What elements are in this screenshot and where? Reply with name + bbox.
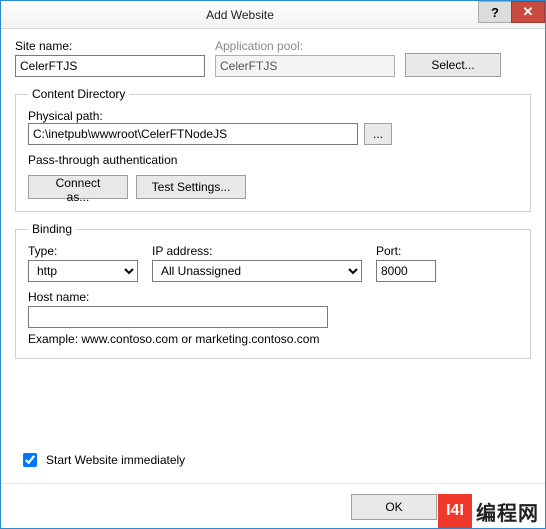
test-settings-button[interactable]: Test Settings... (136, 175, 246, 199)
content-directory-legend: Content Directory (28, 87, 129, 101)
auth-buttons-row: Connect as... Test Settings... (28, 175, 518, 199)
ip-label: IP address: (152, 244, 362, 258)
window-buttons: ? ✕ (479, 1, 545, 28)
dialog-window: Add Website ? ✕ Site name: Application p… (0, 0, 546, 529)
type-col: Type: http (28, 244, 138, 282)
port-label: Port: (376, 244, 436, 258)
watermark-text: 编程网 (476, 497, 539, 526)
help-button[interactable]: ? (478, 1, 512, 23)
ip-col: IP address: All Unassigned (152, 244, 362, 282)
binding-legend: Binding (28, 222, 76, 236)
footer-separator (1, 483, 545, 484)
close-icon: ✕ (523, 4, 534, 20)
top-row: Site name: Application pool: Select... (15, 39, 531, 77)
type-label: Type: (28, 244, 138, 258)
binding-row-1: Type: http IP address: All Unassigned Po… (28, 244, 518, 282)
ok-button[interactable]: OK (351, 494, 437, 520)
start-immediately-checkbox[interactable] (23, 453, 37, 467)
start-immediately-label: Start Website immediately (46, 453, 185, 467)
window-title: Add Website (1, 8, 479, 22)
watermark-logo: I4I (438, 494, 472, 528)
host-name-example: Example: www.contoso.com or marketing.co… (28, 332, 518, 346)
site-name-input[interactable] (15, 55, 205, 77)
physical-path-row: ... (28, 123, 518, 145)
client-area: Site name: Application pool: Select... C… (1, 29, 545, 359)
close-button[interactable]: ✕ (511, 1, 545, 23)
site-name-label: Site name: (15, 39, 205, 53)
app-pool-input (215, 55, 395, 77)
physical-path-label: Physical path: (28, 109, 103, 123)
host-name-input[interactable] (28, 306, 328, 328)
browse-button[interactable]: ... (364, 123, 392, 145)
site-name-group: Site name: (15, 39, 205, 77)
pass-through-label: Pass-through authentication (28, 153, 518, 167)
title-bar: Add Website ? ✕ (1, 1, 545, 29)
host-name-col: Host name: (28, 290, 328, 328)
ip-select[interactable]: All Unassigned (152, 260, 362, 282)
physical-path-input[interactable] (28, 123, 358, 145)
host-name-label: Host name: (28, 290, 328, 304)
select-col: Select... (405, 53, 501, 77)
question-icon: ? (491, 5, 499, 20)
start-immediately-row: Start Website immediately (19, 450, 185, 470)
app-pool-label: Application pool: (215, 39, 395, 53)
watermark: I4I 编程网 (438, 494, 545, 528)
app-pool-group: Application pool: (215, 39, 395, 77)
binding-group: Binding Type: http IP address: All Unass… (15, 222, 531, 359)
type-select[interactable]: http (28, 260, 138, 282)
connect-as-button[interactable]: Connect as... (28, 175, 128, 199)
port-col: Port: (376, 244, 436, 282)
content-directory-group: Content Directory Physical path: ... Pas… (15, 87, 531, 212)
select-button[interactable]: Select... (405, 53, 501, 77)
port-input[interactable] (376, 260, 436, 282)
